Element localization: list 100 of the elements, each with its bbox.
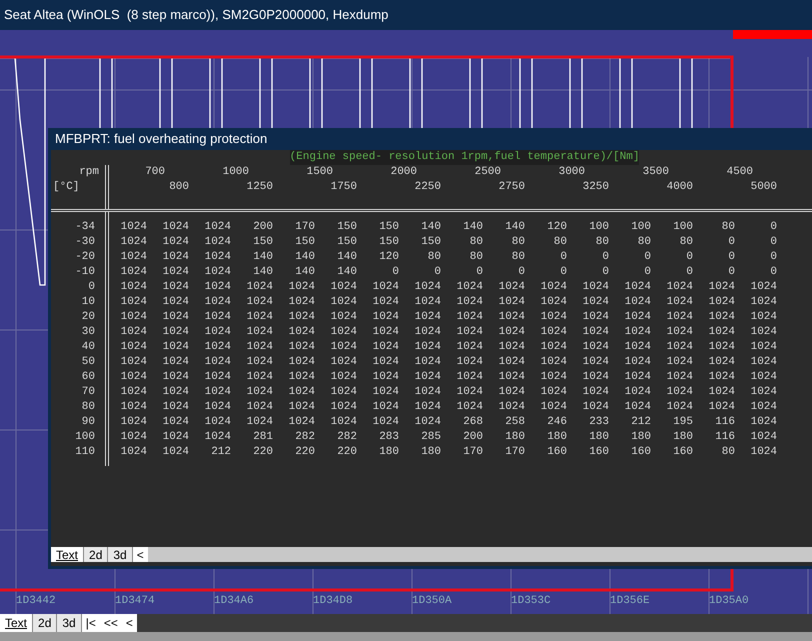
table-cell: 1024: [456, 370, 483, 385]
table-cell: 1024: [624, 280, 651, 295]
table-cell: 1024: [288, 295, 315, 310]
table-cell: 120: [547, 220, 567, 235]
table-cell: 180: [547, 430, 567, 445]
table-cell: 1024: [204, 340, 231, 355]
table-cell: 1024: [750, 295, 777, 310]
table-cell: 80: [638, 235, 651, 250]
table-cell: 0: [770, 235, 777, 250]
table-cell: 1024: [456, 400, 483, 415]
table-cell: 1024: [120, 250, 147, 265]
table-cell: 0: [434, 265, 441, 280]
row-header: -10: [75, 265, 95, 280]
table-cell: 1024: [330, 415, 357, 430]
table-cell: 1024: [288, 385, 315, 400]
table-cell: 1024: [120, 445, 147, 460]
table-cell: 1024: [120, 415, 147, 430]
table-cell: 258: [505, 415, 525, 430]
view-tab[interactable]: 3d: [57, 614, 82, 632]
column-header: 4500: [726, 165, 753, 180]
table-cell: 1024: [456, 385, 483, 400]
table-cell: 220: [337, 445, 357, 460]
table-cell: 1024: [162, 295, 189, 310]
table-cell: 100: [631, 220, 651, 235]
table-cell: 1024: [582, 310, 609, 325]
column-header: 2250: [414, 180, 441, 195]
table-cell: 1024: [162, 400, 189, 415]
table-cell: 1024: [120, 265, 147, 280]
table-cell: 1024: [120, 340, 147, 355]
table-cell: 180: [631, 430, 651, 445]
table-cell: 1024: [120, 220, 147, 235]
table-cell: 1024: [330, 340, 357, 355]
table-cell: 1024: [246, 385, 273, 400]
table-cell: 1024: [624, 310, 651, 325]
table-cell: 1024: [540, 400, 567, 415]
table-cell: 1024: [162, 385, 189, 400]
table-cell: 1024: [414, 325, 441, 340]
table-cell: 80: [512, 235, 525, 250]
table-cell: 150: [379, 235, 399, 250]
table-cell: 1024: [708, 370, 735, 385]
table-cell: 170: [295, 220, 315, 235]
table-cell: 140: [253, 250, 273, 265]
row-header: 60: [82, 370, 95, 385]
axis-label: [°C]: [52, 180, 80, 195]
table-cell: 1024: [540, 355, 567, 370]
column-header: 800: [169, 180, 189, 195]
table-cell: 1024: [708, 385, 735, 400]
table-cell: 1024: [750, 280, 777, 295]
table-cell: 116: [715, 430, 735, 445]
table-cell: 1024: [750, 400, 777, 415]
table-cell: 1024: [288, 310, 315, 325]
table-cell: 1024: [162, 370, 189, 385]
column-header: 1750: [330, 180, 357, 195]
table-cell: 212: [631, 415, 651, 430]
table-cell: 0: [728, 235, 735, 250]
table-cell: 80: [722, 445, 735, 460]
table-cell: 140: [295, 265, 315, 280]
table-cell: 116: [715, 415, 735, 430]
table-cell: 80: [554, 235, 567, 250]
table-cell: 1024: [372, 310, 399, 325]
table-cell: 1024: [246, 340, 273, 355]
table-cell: 1024: [414, 280, 441, 295]
table-cell: 1024: [456, 280, 483, 295]
map-title: MFBPRT: fuel overheating protection: [55, 130, 268, 148]
table-cell: 150: [379, 220, 399, 235]
table-cell: 195: [673, 415, 693, 430]
table-cell: 1024: [162, 325, 189, 340]
table-cell: 1024: [246, 325, 273, 340]
table-cell: 1024: [456, 295, 483, 310]
table-cell: 1024: [204, 250, 231, 265]
table-cell: 140: [337, 265, 357, 280]
table-cell: 1024: [162, 445, 189, 460]
address-label: 1D3442: [16, 595, 56, 607]
table-cell: 1024: [330, 400, 357, 415]
table-cell: 246: [547, 415, 567, 430]
column-header: 1250: [246, 180, 273, 195]
table-cell: 1024: [246, 310, 273, 325]
table-cell: 140: [295, 250, 315, 265]
table-cell: 1024: [162, 355, 189, 370]
view-tab[interactable]: 3d: [108, 547, 133, 562]
address-label: 1D353C: [511, 595, 551, 607]
address-label: 1D34D8: [313, 595, 353, 607]
table-cell: 150: [295, 235, 315, 250]
table-cell: 1024: [204, 235, 231, 250]
table-cell: 1024: [120, 385, 147, 400]
table-cell: 212: [211, 445, 231, 460]
row-header: 70: [82, 385, 95, 400]
table-cell: 1024: [288, 370, 315, 385]
table-cell: 220: [295, 445, 315, 460]
table-cell: 1024: [750, 385, 777, 400]
table-cell: 1024: [582, 385, 609, 400]
table-cell: 0: [602, 265, 609, 280]
table-cell: 1024: [498, 280, 525, 295]
table-cell: 80: [470, 250, 483, 265]
table-cell: 1024: [414, 295, 441, 310]
table-cell: 140: [253, 265, 273, 280]
view-tab[interactable]: 2d: [84, 547, 108, 562]
view-tab[interactable]: 2d: [33, 614, 58, 632]
table-cell: 1024: [666, 355, 693, 370]
table-cell: 1024: [666, 340, 693, 355]
